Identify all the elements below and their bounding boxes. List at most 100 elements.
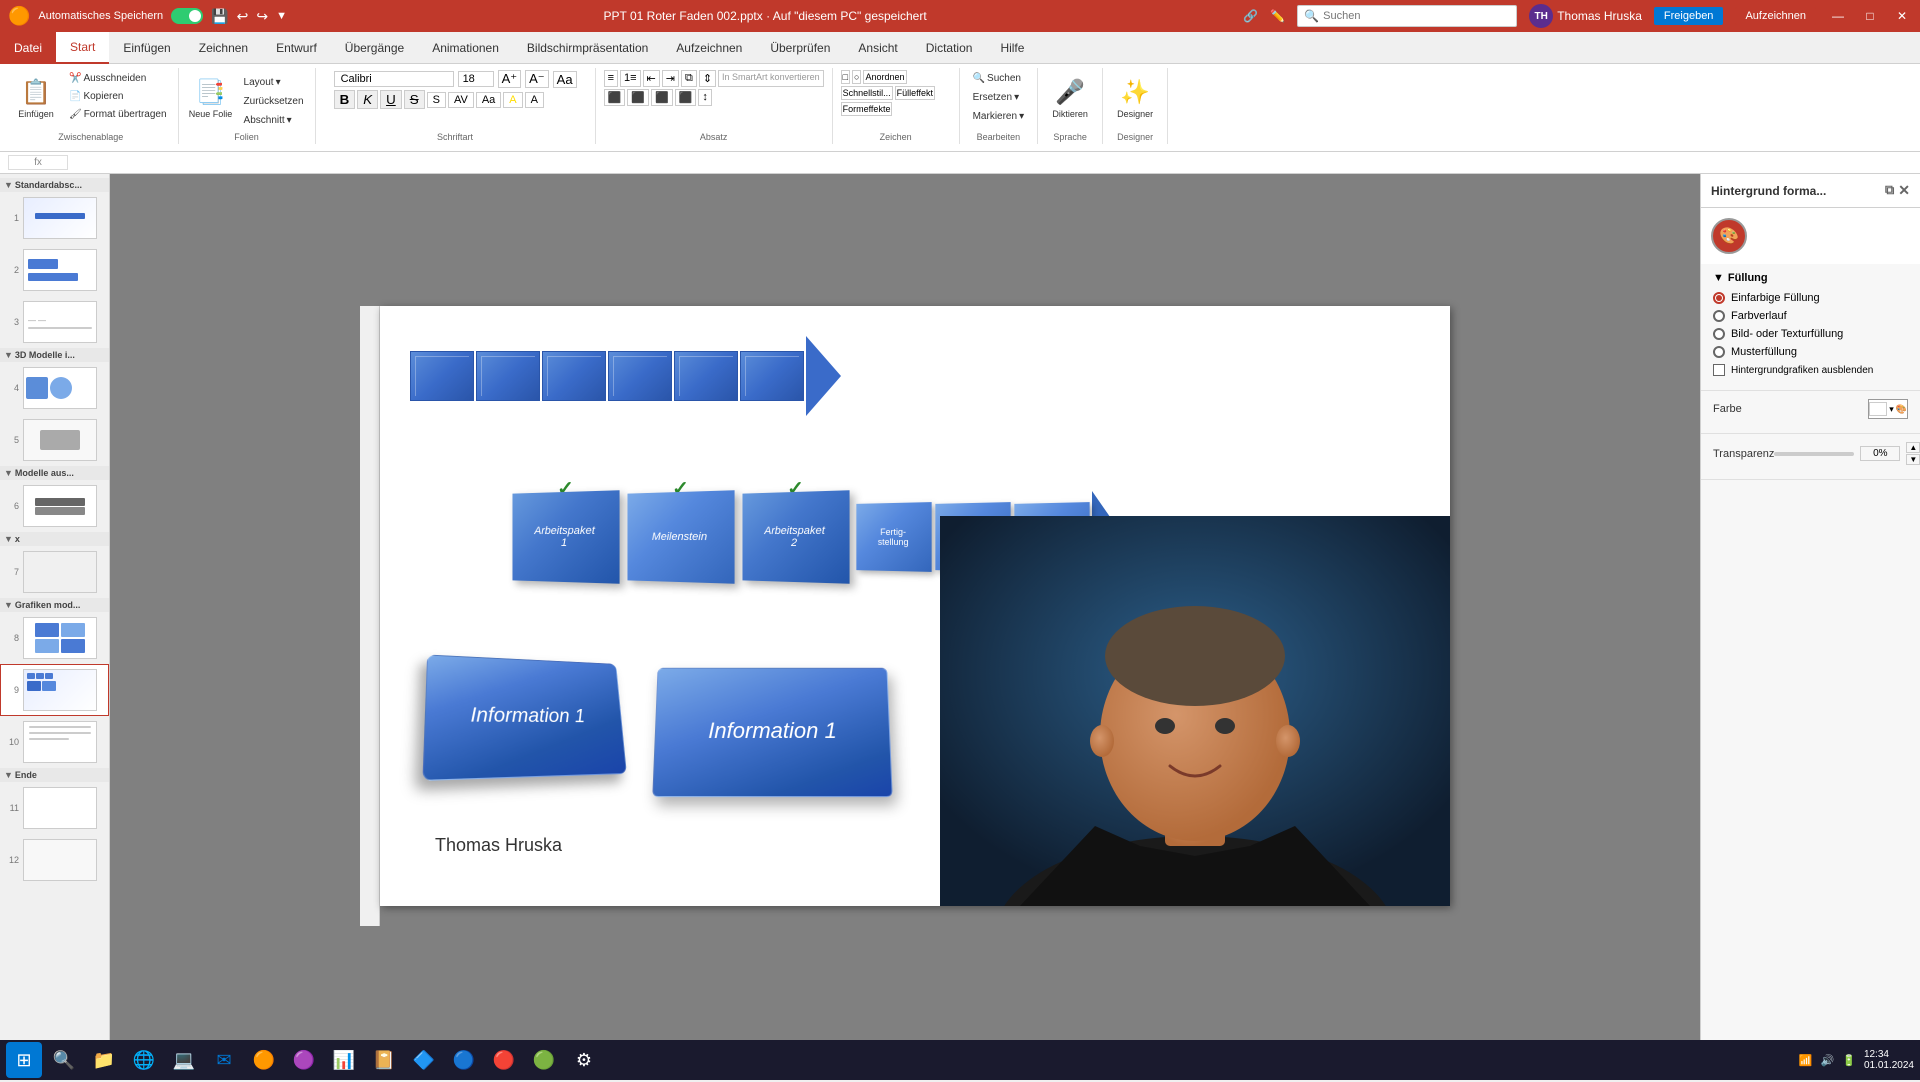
- tab-einfuegen[interactable]: Einfügen: [109, 32, 184, 64]
- slide-item-5[interactable]: 5: [0, 414, 109, 466]
- autosave-toggle[interactable]: [171, 8, 203, 24]
- fill-button[interactable]: Fülleffekt: [895, 86, 935, 100]
- quick-access-icon[interactable]: ▼: [276, 10, 287, 22]
- start-button[interactable]: ⊞: [6, 1042, 42, 1078]
- checkbox-hintergrund[interactable]: Hintergrundgrafiken ausblenden: [1713, 364, 1908, 376]
- column-button[interactable]: ⧉: [681, 70, 697, 87]
- font-size-selector[interactable]: 18: [458, 71, 494, 87]
- maximize-button[interactable]: □: [1860, 6, 1880, 26]
- italic-button[interactable]: K: [357, 90, 378, 109]
- taskbar-misc5[interactable]: ⚙: [566, 1042, 602, 1078]
- font-family-selector[interactable]: Calibri: [334, 71, 454, 87]
- systray-network[interactable]: 📶: [1799, 1054, 1813, 1067]
- slide-item-1[interactable]: 1: [0, 192, 109, 244]
- panel-detach-button[interactable]: ⧉: [1885, 182, 1894, 199]
- section-collapse-3d[interactable]: ▼: [4, 350, 13, 360]
- section-collapse-grafiken[interactable]: ▼: [4, 600, 13, 610]
- transparenz-value[interactable]: 0%: [1860, 446, 1900, 461]
- font-case-button[interactable]: Aa: [476, 92, 501, 108]
- dictate-button[interactable]: 🎤 Diktieren: [1044, 70, 1096, 126]
- slide-item-3[interactable]: 3 ——: [0, 296, 109, 348]
- font-color-button[interactable]: A: [525, 92, 544, 108]
- section-collapse-icon[interactable]: ▼: [4, 180, 13, 190]
- systray-sound[interactable]: 🔊: [1821, 1054, 1835, 1067]
- shape-format-button[interactable]: Formeffekte: [841, 102, 893, 116]
- slide-item-7[interactable]: 7: [0, 546, 109, 598]
- tab-hilfe[interactable]: Hilfe: [986, 32, 1038, 64]
- shape-rect[interactable]: □: [841, 70, 850, 84]
- select-button[interactable]: Markieren ▾: [968, 108, 1030, 125]
- radio-bild-textur[interactable]: Bild- oder Texturfüllung: [1713, 328, 1908, 340]
- slide-canvas[interactable]: ✓ Arbeitspaket1 ✓ Meilenstein ✓ Arbeitsp…: [380, 306, 1450, 906]
- tab-start[interactable]: Start: [56, 32, 109, 64]
- taskbar-browser[interactable]: 🌐: [126, 1042, 162, 1078]
- shadow-button[interactable]: S: [427, 92, 446, 108]
- pen-icon[interactable]: ✏️: [1270, 9, 1285, 23]
- align-center-button[interactable]: ⬛: [627, 89, 649, 106]
- taskbar-onenote[interactable]: 📔: [366, 1042, 402, 1078]
- taskbar-powerpoint[interactable]: 📊: [326, 1042, 362, 1078]
- tab-dictation[interactable]: Dictation: [912, 32, 987, 64]
- redo-icon[interactable]: ↪: [256, 8, 268, 25]
- share-button[interactable]: Freigeben: [1654, 7, 1724, 25]
- section-collapse-x[interactable]: ▼: [4, 534, 13, 544]
- clear-format-button[interactable]: Aa: [553, 71, 577, 88]
- search-input[interactable]: [1323, 10, 1510, 22]
- tab-entwurf[interactable]: Entwurf: [262, 32, 331, 64]
- tab-uebergaenge[interactable]: Übergänge: [331, 32, 418, 64]
- paste-button[interactable]: 📋 Einfügen: [10, 70, 62, 126]
- taskbar-files[interactable]: 📁: [86, 1042, 122, 1078]
- line-spacing-button[interactable]: ↕: [698, 89, 712, 106]
- tab-animationen[interactable]: Animationen: [418, 32, 513, 64]
- layout-button[interactable]: Layout ▾: [239, 74, 309, 91]
- radio-einfarbig[interactable]: Einfarbige Füllung: [1713, 292, 1908, 304]
- reset-button[interactable]: Zurücksetzen: [239, 93, 309, 110]
- smartart-convert-button[interactable]: In SmartArt konvertieren: [718, 70, 824, 87]
- transparenz-slider[interactable]: [1774, 452, 1854, 456]
- slide-item-2[interactable]: 2: [0, 244, 109, 296]
- transparenz-down[interactable]: ▼: [1906, 454, 1920, 465]
- slide-item-10[interactable]: 10: [0, 716, 109, 768]
- replace-button[interactable]: Ersetzen ▾: [968, 89, 1030, 106]
- farbe-swatch[interactable]: ▾ 🎨: [1868, 399, 1908, 419]
- arrange-button[interactable]: Anordnen: [863, 70, 906, 84]
- section-collapse-modelle[interactable]: ▼: [4, 468, 13, 478]
- slide-item-8[interactable]: 8: [0, 612, 109, 664]
- close-button[interactable]: ✕: [1892, 6, 1912, 26]
- quick-styles-button[interactable]: Schnellstil...: [841, 86, 893, 100]
- taskbar-misc2[interactable]: 🔵: [446, 1042, 482, 1078]
- copy-button[interactable]: 📄 Kopieren: [64, 88, 172, 105]
- tab-bildschirm[interactable]: Bildschirmpräsentation: [513, 32, 662, 64]
- tab-ueberpruefen[interactable]: Überprüfen: [756, 32, 844, 64]
- font-grow-button[interactable]: A⁺: [498, 70, 522, 88]
- direction-button[interactable]: ⇕: [699, 70, 716, 87]
- shape-circle[interactable]: ○: [852, 70, 861, 84]
- underline-button[interactable]: U: [380, 90, 402, 109]
- find-button[interactable]: 🔍 Suchen: [968, 70, 1030, 87]
- taskbar-vs[interactable]: 💻: [166, 1042, 202, 1078]
- bold-button[interactable]: B: [334, 90, 356, 109]
- cut-button[interactable]: ✂️ Ausschneiden: [64, 70, 172, 87]
- new-slide-button[interactable]: 📑 Neue Folie: [185, 70, 237, 126]
- slide-item-6[interactable]: 6: [0, 480, 109, 532]
- minimize-button[interactable]: —: [1828, 6, 1848, 26]
- fuellung-title[interactable]: ▼ Füllung: [1713, 272, 1908, 284]
- record-button[interactable]: Aufzeichnen: [1735, 7, 1816, 25]
- radio-farbverlauf[interactable]: Farbverlauf: [1713, 310, 1908, 322]
- tab-aufzeichnen[interactable]: Aufzeichnen: [662, 32, 756, 64]
- list-numbered-button[interactable]: 1≡: [620, 70, 641, 87]
- slide-item-11[interactable]: 11: [0, 782, 109, 834]
- taskbar-outlook[interactable]: ✉: [206, 1042, 242, 1078]
- indent-more-button[interactable]: ⇥: [662, 70, 679, 87]
- search-box[interactable]: 🔍: [1297, 5, 1517, 27]
- indent-less-button[interactable]: ⇤: [643, 70, 660, 87]
- panel-close-button[interactable]: ✕: [1898, 182, 1910, 199]
- taskbar-office[interactable]: 🟠: [246, 1042, 282, 1078]
- radio-muster[interactable]: Musterfüllung: [1713, 346, 1908, 358]
- slide-item-4[interactable]: 4: [0, 362, 109, 414]
- format-paint-button[interactable]: 🖌 Format übertragen: [64, 106, 172, 123]
- align-right-button[interactable]: ⬛: [651, 89, 673, 106]
- list-bullet-button[interactable]: ≡: [604, 70, 618, 87]
- taskbar-teams[interactable]: 🟣: [286, 1042, 322, 1078]
- transparenz-up[interactable]: ▲: [1906, 442, 1920, 453]
